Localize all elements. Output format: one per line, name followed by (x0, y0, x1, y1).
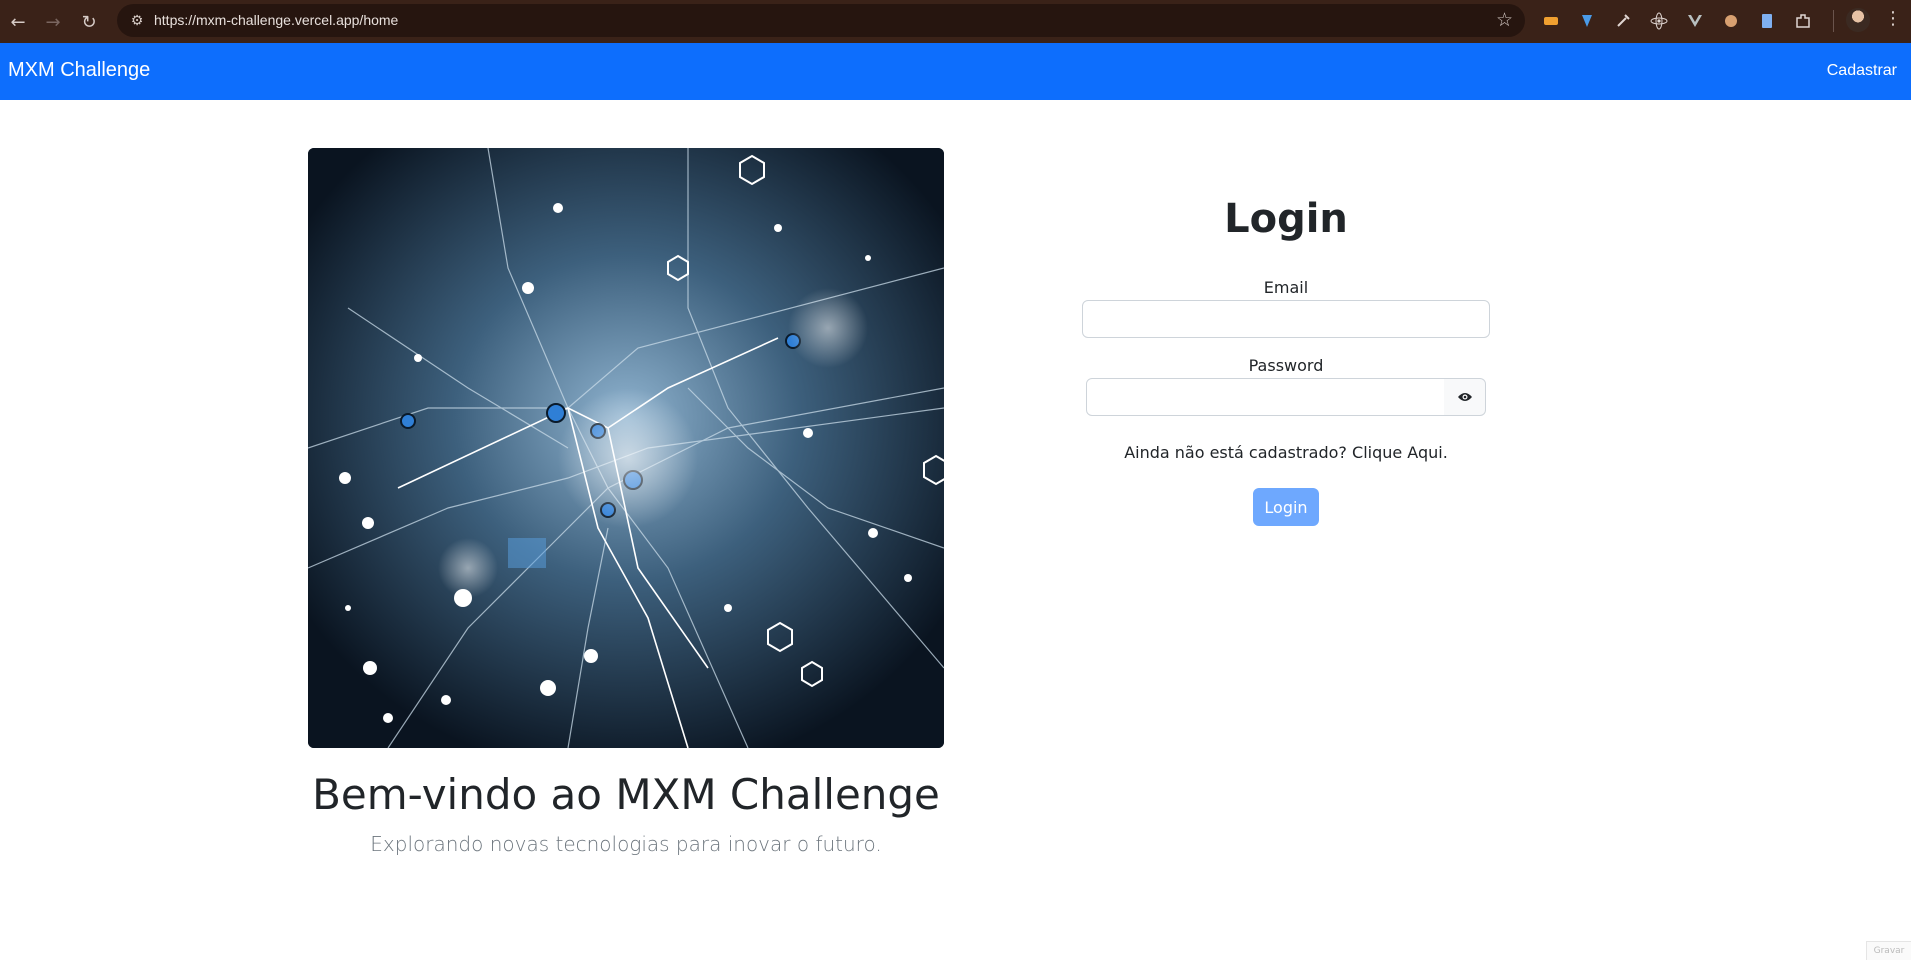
welcome-subtitle: Explorando novas tecnologias para inovar… (370, 832, 882, 856)
navbar-brand[interactable]: MXM Challenge (8, 59, 150, 82)
extension-icon[interactable] (1720, 10, 1742, 32)
password-field[interactable] (1086, 378, 1445, 416)
signup-nav-link[interactable]: Cadastrar (1827, 62, 1897, 80)
email-field[interactable] (1082, 300, 1490, 338)
hero-image (308, 148, 944, 748)
signup-prompt: Ainda não está cadastrado? Clique Aqui. (1082, 443, 1490, 462)
signup-prompt-text: Ainda não está cadastrado? (1124, 443, 1347, 462)
star-icon[interactable]: ☆ (1496, 9, 1513, 31)
arrow-right-icon: → (45, 11, 61, 33)
extension-icon[interactable] (1576, 10, 1598, 32)
forward-button[interactable]: → (39, 8, 67, 36)
url-text[interactable]: https://mxm-challenge.vercel.app/home (154, 12, 398, 28)
reload-icon: ↻ (81, 11, 97, 33)
eyedropper-icon[interactable] (1612, 10, 1634, 32)
login-button[interactable]: Login (1253, 488, 1319, 526)
extension-icon[interactable] (1540, 10, 1562, 32)
password-label: Password (1248, 356, 1324, 375)
login-title: Login (1224, 196, 1348, 242)
toolbar-divider (1833, 10, 1834, 32)
document-icon[interactable] (1756, 10, 1778, 32)
welcome-title: Bem-vindo ao MXM Challenge (312, 770, 940, 819)
address-bar[interactable]: ⚙ https://mxm-challenge.vercel.app/home … (117, 4, 1525, 37)
eye-icon (1457, 388, 1473, 407)
puzzle-icon[interactable] (1792, 10, 1814, 32)
arrow-left-icon: ← (10, 11, 26, 33)
toggle-password-button[interactable] (1444, 378, 1486, 416)
signup-link[interactable]: Clique Aqui. (1352, 443, 1448, 462)
reload-button[interactable]: ↻ (75, 8, 103, 36)
kebab-menu-icon[interactable]: ⋮ (1884, 8, 1902, 29)
vue-icon[interactable] (1684, 10, 1706, 32)
app-navbar: MXM Challenge Cadastrar (0, 43, 1911, 100)
back-button[interactable]: ← (4, 8, 32, 36)
corner-label: Gravar (1866, 941, 1911, 960)
react-icon[interactable] (1648, 10, 1670, 32)
browser-toolbar: ← → ↻ ⚙ https://mxm-challenge.vercel.app… (0, 0, 1911, 43)
profile-avatar[interactable] (1846, 8, 1870, 32)
email-label: Email (1263, 278, 1309, 297)
site-info-icon[interactable]: ⚙ (127, 11, 147, 31)
